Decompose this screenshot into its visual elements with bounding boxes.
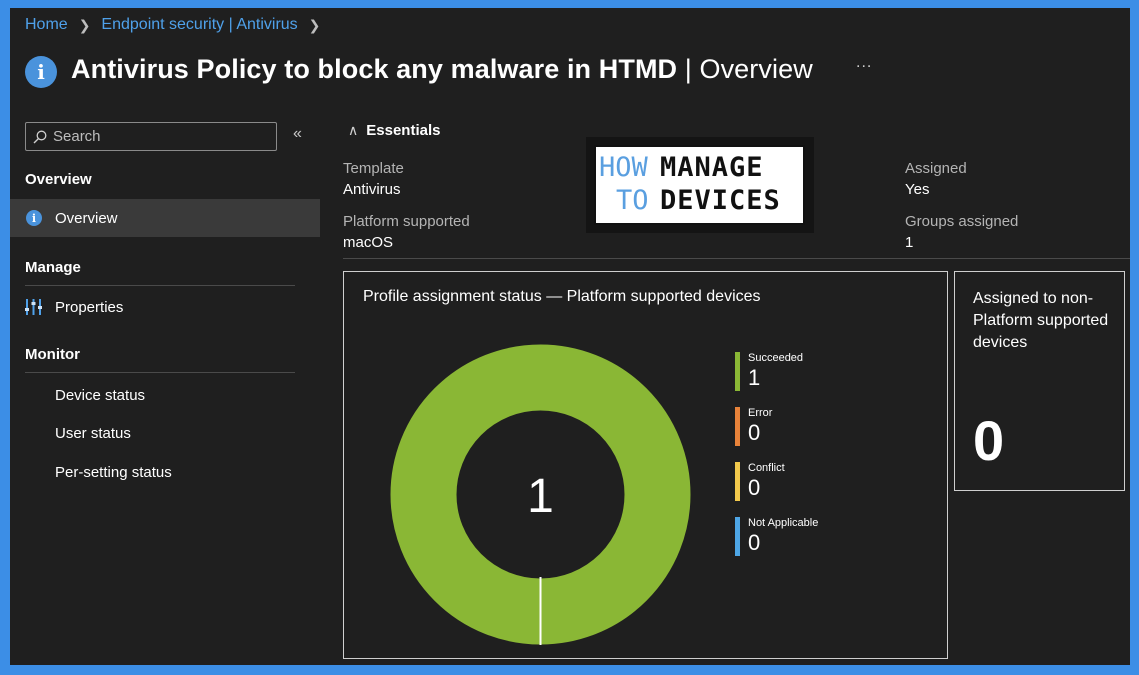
search-icon [33,130,47,143]
platform-label: Platform supported [343,213,470,230]
groups-assigned-value[interactable]: 1 [905,234,913,251]
legend-swatch [735,407,740,446]
legend-count: 0 [748,530,761,555]
sidebar-section-manage: Manage [25,259,81,276]
sidebar-item-properties[interactable]: Properties [10,288,320,326]
sidebar-item-user-status[interactable]: User status [10,414,320,452]
page-title-main: Antivirus Policy to block any malware in… [71,53,678,84]
assigned-label: Assigned [905,160,967,177]
sidebar-section-overview: Overview [25,171,92,188]
logo-text-how: HOW [599,152,648,183]
sidebar-item-overview[interactable]: i Overview [10,199,320,237]
search-box [25,122,277,151]
legend-count: 1 [748,365,761,390]
logo-text-to: TO [616,185,649,216]
chevron-right-icon: ❯ [308,16,321,33]
card-title: Profile assignment status — Platform sup… [363,288,761,305]
donut-total: 1 [527,470,554,523]
card-title: Assigned to non-Platform supported devic… [973,290,1109,351]
info-icon: i [25,56,57,88]
template-label: Template [343,160,404,177]
essentials-toggle[interactable]: ∧ Essentials [348,122,440,139]
divider [343,258,1130,259]
more-options-button[interactable]: ... [856,54,872,72]
sidebar-item-label: Device status [55,386,146,404]
chevron-up-icon: ∧ [348,122,359,138]
sidebar-item-per-setting-status[interactable]: Per-setting status [10,453,320,491]
page-title-sub: Overview [699,53,813,84]
status-donut-chart[interactable]: 1 [390,344,691,645]
legend-label: Not Applicable [748,517,819,529]
profile-assignment-status-card[interactable]: Profile assignment status — Platform sup… [343,271,948,659]
breadcrumb: Home ❯ Endpoint security | Antivirus ❯ [25,16,331,34]
htmd-logo: HOW TO MANAGE DEVICES [586,137,814,233]
legend-label: Conflict [748,462,785,474]
legend-count: 0 [748,475,761,500]
info-icon: i [26,210,42,226]
chevron-right-icon: ❯ [78,16,91,33]
legend-label: Succeeded [748,352,804,364]
legend-label: Error [748,407,773,419]
non-platform-devices-card[interactable]: Assigned to non-Platform supported devic… [954,271,1125,491]
legend-swatch [735,462,740,501]
breadcrumb-antivirus-link[interactable]: Endpoint security | Antivirus [101,16,297,34]
groups-assigned-label: Groups assigned [905,213,1019,230]
sliders-icon [25,299,42,315]
divider [25,285,295,286]
divider [25,372,295,373]
logo-text-manage: MANAGE [660,152,764,183]
legend-swatch [735,352,740,391]
assigned-value: Yes [905,181,930,198]
collapse-sidebar-icon[interactable]: « [293,125,302,143]
logo-panel: HOW TO MANAGE DEVICES [594,145,805,225]
sidebar-item-label: Properties [55,298,124,316]
sidebar-item-label: Overview [55,209,118,227]
logo-text-devices: DEVICES [660,185,781,216]
sidebar-section-monitor: Monitor [25,346,80,363]
sidebar-item-label: User status [55,424,131,442]
legend-count: 0 [748,420,761,445]
page-title: Antivirus Policy to block any malware in… [71,54,813,85]
template-value: Antivirus [343,181,401,198]
platform-value: macOS [343,234,394,251]
sidebar-item-label: Per-setting status [55,463,172,481]
essentials-heading: Essentials [366,122,441,139]
page-header: i Antivirus Policy to block any malware … [25,50,813,88]
page-title-divider: | [677,53,700,84]
sidebar-item-device-status[interactable]: Device status [10,376,320,414]
breadcrumb-home-link[interactable]: Home [25,16,68,34]
non-platform-count: 0 [973,409,1005,472]
search-input[interactable] [53,128,263,145]
app-window: Home ❯ Endpoint security | Antivirus ❯ i… [10,8,1130,665]
legend-swatch [735,517,740,556]
